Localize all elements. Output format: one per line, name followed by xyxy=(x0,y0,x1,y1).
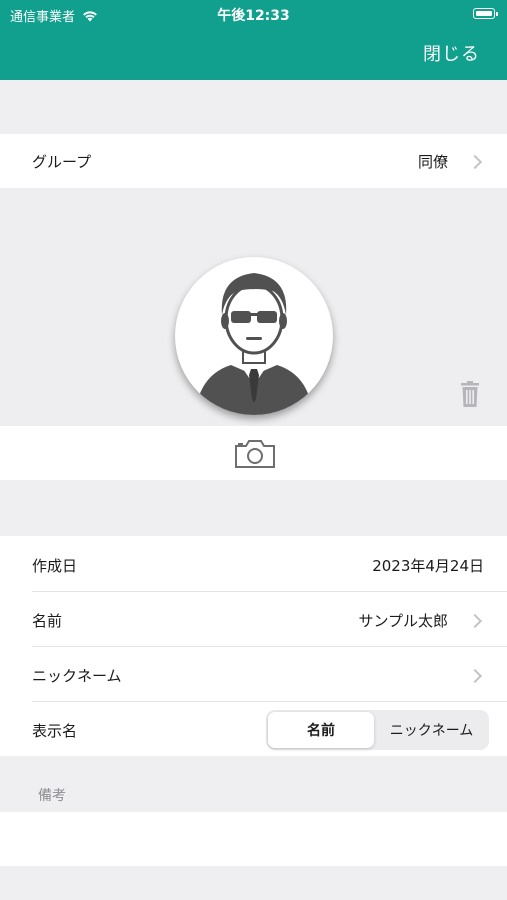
chevron-right-icon xyxy=(467,154,483,170)
camera-icon[interactable] xyxy=(234,437,276,469)
nickname-row[interactable]: ニックネーム xyxy=(0,647,507,701)
chevron-right-icon xyxy=(467,613,483,629)
navigation-bar: 通信事業者 午後12:33 閉じる xyxy=(0,0,507,80)
created-value: 2023年4月24日 xyxy=(372,557,484,575)
name-label: 名前 xyxy=(32,612,63,630)
display-name-label: 表示名 xyxy=(32,722,78,740)
chevron-right-icon xyxy=(467,668,483,684)
close-button[interactable]: 閉じる xyxy=(423,40,480,66)
created-label: 作成日 xyxy=(32,557,78,575)
segment-name[interactable]: 名前 xyxy=(268,712,374,748)
person-avatar-icon[interactable] xyxy=(175,257,333,415)
notes-header: 備考 xyxy=(38,788,66,804)
trash-icon[interactable] xyxy=(460,381,480,407)
segment-nickname[interactable]: ニックネーム xyxy=(376,712,487,748)
name-value: サンプル太郎 xyxy=(358,612,448,630)
group-value: 同僚 xyxy=(417,153,448,171)
display-name-segmented-control: 名前 ニックネーム xyxy=(266,710,489,750)
nickname-label: ニックネーム xyxy=(32,667,122,685)
status-time: 午後12:33 xyxy=(217,8,290,24)
divider xyxy=(32,701,507,702)
group-label: グループ xyxy=(32,153,92,171)
battery-icon xyxy=(473,8,498,19)
group-row[interactable]: グループ 同僚 xyxy=(0,134,507,188)
notes-field[interactable] xyxy=(0,812,507,866)
name-row[interactable]: 名前 サンプル太郎 xyxy=(0,592,507,646)
